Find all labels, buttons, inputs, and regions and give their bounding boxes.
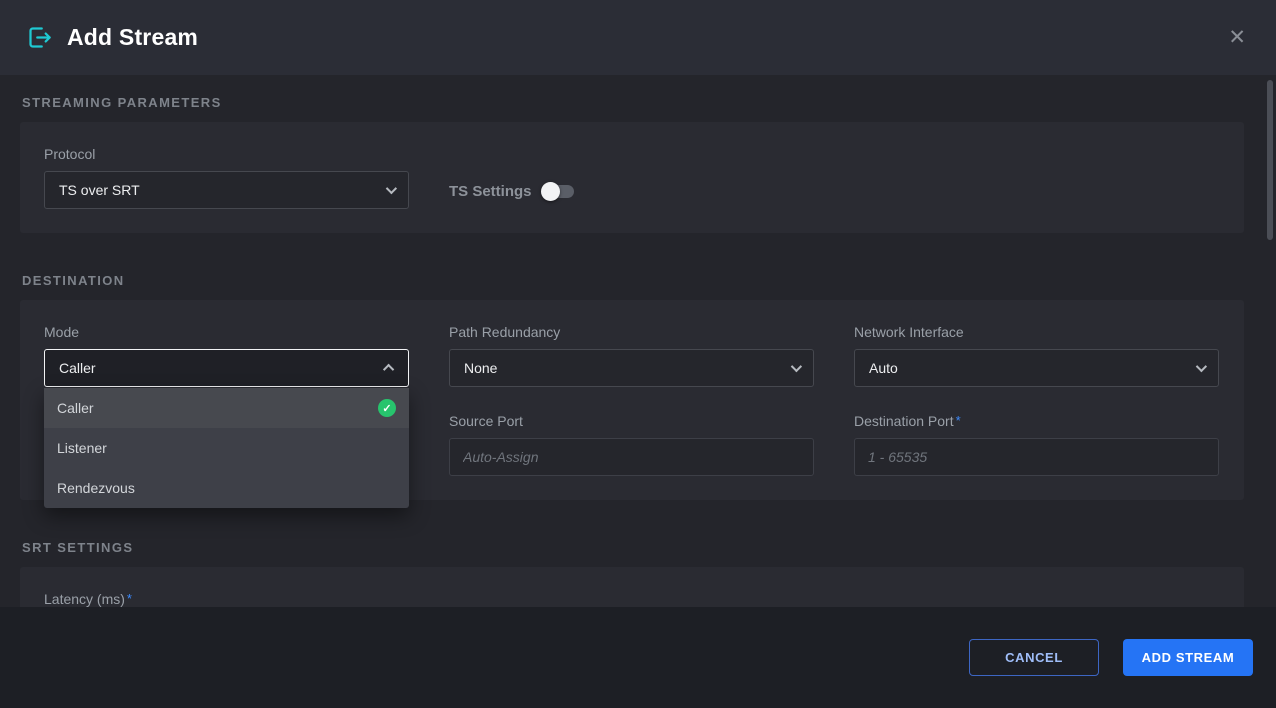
mode-option-rendezvous[interactable]: Rendezvous — [44, 468, 409, 508]
toggle-knob — [541, 182, 560, 201]
source-port-field: Source Port — [449, 413, 814, 476]
mode-field: Mode Caller Caller ✓ Listener — [44, 324, 409, 387]
scrollbar-thumb[interactable] — [1267, 80, 1273, 240]
add-stream-button[interactable]: ADD STREAM — [1123, 639, 1253, 676]
mode-value: Caller — [59, 360, 96, 376]
network-interface-field: Network Interface Auto — [854, 324, 1219, 387]
latency-label: Latency (ms)* — [44, 591, 1220, 607]
chevron-up-icon — [383, 364, 394, 375]
protocol-select[interactable]: TS over SRT — [44, 171, 409, 209]
option-label: Rendezvous — [57, 480, 135, 496]
chevron-down-icon — [386, 183, 397, 194]
required-asterisk: * — [956, 413, 961, 428]
check-icon: ✓ — [378, 399, 396, 417]
protocol-field: Protocol TS over SRT — [44, 146, 409, 209]
protocol-label: Protocol — [44, 146, 409, 162]
path-redundancy-value: None — [464, 360, 497, 376]
destination-port-input[interactable] — [854, 438, 1219, 476]
modal-header: Add Stream ✕ — [0, 0, 1276, 75]
ts-settings-group: TS Settings — [449, 183, 574, 200]
streaming-parameters-card: Protocol TS over SRT TS Settings — [20, 122, 1244, 233]
modal-footer: CANCEL ADD STREAM — [0, 607, 1276, 708]
ts-settings-toggle[interactable] — [544, 185, 574, 198]
ts-settings-label: TS Settings — [449, 183, 532, 200]
path-redundancy-select[interactable]: None — [449, 349, 814, 387]
stream-export-icon — [26, 24, 53, 51]
close-icon[interactable]: ✕ — [1224, 23, 1250, 52]
chevron-down-icon — [791, 361, 802, 372]
option-label: Listener — [57, 440, 107, 456]
add-stream-modal: Add Stream ✕ STREAMING PARAMETERS Protoc… — [0, 0, 1276, 708]
network-interface-value: Auto — [869, 360, 898, 376]
network-interface-label: Network Interface — [854, 324, 1219, 340]
required-asterisk: * — [127, 591, 132, 606]
network-interface-select[interactable]: Auto — [854, 349, 1219, 387]
destination-port-label: Destination Port* — [854, 413, 1219, 429]
label-text: Destination Port — [854, 413, 954, 429]
modal-content: STREAMING PARAMETERS Protocol TS over SR… — [0, 75, 1264, 607]
modal-title: Add Stream — [67, 24, 198, 51]
srt-settings-card: Latency (ms)* — [20, 567, 1244, 607]
section-heading-destination: DESTINATION — [22, 273, 1244, 288]
mode-label: Mode — [44, 324, 409, 340]
path-redundancy-label: Path Redundancy — [449, 324, 814, 340]
mode-option-caller[interactable]: Caller ✓ — [44, 388, 409, 428]
destination-card: Mode Caller Caller ✓ Listener — [20, 300, 1244, 500]
mode-option-listener[interactable]: Listener — [44, 428, 409, 468]
path-redundancy-field: Path Redundancy None — [449, 324, 814, 387]
source-port-input[interactable] — [449, 438, 814, 476]
source-port-label: Source Port — [449, 413, 814, 429]
destination-port-field: Destination Port* — [854, 413, 1219, 476]
cancel-button[interactable]: CANCEL — [969, 639, 1099, 676]
destination-grid: Mode Caller Caller ✓ Listener — [44, 324, 1220, 476]
option-label: Caller — [57, 400, 94, 416]
section-heading-streaming-parameters: STREAMING PARAMETERS — [22, 95, 1244, 110]
chevron-down-icon — [1196, 361, 1207, 372]
mode-dropdown: Caller ✓ Listener Rendezvous — [44, 388, 409, 508]
section-heading-srt-settings: SRT SETTINGS — [22, 540, 1244, 555]
protocol-value: TS over SRT — [59, 182, 140, 198]
label-text: Latency (ms) — [44, 591, 125, 607]
mode-select[interactable]: Caller — [44, 349, 409, 387]
